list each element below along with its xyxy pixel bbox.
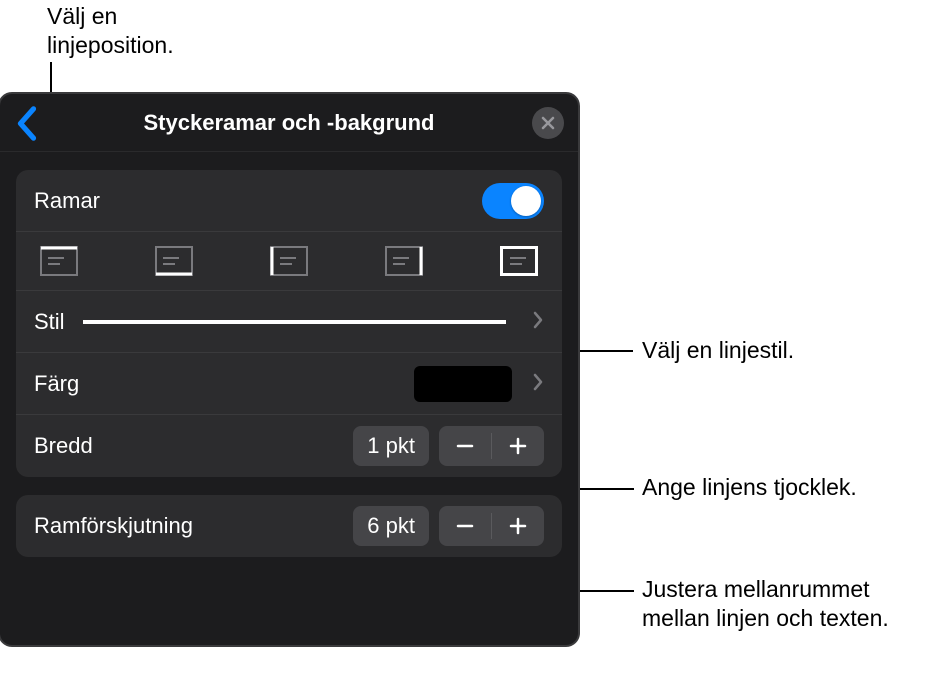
- callout-style: Välj en linjestil.: [642, 336, 794, 365]
- width-row: Bredd 1 pkt: [16, 415, 562, 477]
- width-stepper: [439, 426, 544, 466]
- width-label: Bredd: [34, 433, 353, 459]
- border-position-left[interactable]: [270, 246, 308, 276]
- border-position-all[interactable]: [500, 246, 538, 276]
- borders-toggle[interactable]: [482, 183, 544, 219]
- color-label: Färg: [34, 371, 414, 397]
- border-positions-row: [16, 232, 562, 291]
- borders-toggle-row: Ramar: [16, 170, 562, 232]
- line-style-sample: [83, 320, 506, 324]
- borders-section: Ramar Stil: [16, 170, 562, 477]
- callout-position: Välj en linjeposition.: [47, 2, 247, 60]
- offset-row: Ramförskjutning 6 pkt: [16, 495, 562, 557]
- plus-icon: [508, 436, 528, 456]
- border-position-bottom[interactable]: [155, 246, 193, 276]
- width-decrement[interactable]: [439, 426, 491, 466]
- offset-stepper: [439, 506, 544, 546]
- color-swatch: [414, 366, 512, 402]
- offset-decrement[interactable]: [439, 506, 491, 546]
- callout-width: Ange linjens tjocklek.: [642, 473, 892, 502]
- minus-icon: [455, 516, 475, 536]
- close-icon: [541, 116, 555, 130]
- border-position-top[interactable]: [40, 246, 78, 276]
- offset-section: Ramförskjutning 6 pkt: [16, 495, 562, 557]
- borders-background-panel: Styckeramar och -bakgrund Ramar: [0, 92, 580, 647]
- width-increment[interactable]: [492, 426, 544, 466]
- color-row[interactable]: Färg: [16, 353, 562, 415]
- minus-icon: [455, 436, 475, 456]
- chevron-right-icon: [532, 309, 544, 335]
- style-label: Stil: [34, 309, 65, 335]
- offset-label: Ramförskjutning: [34, 513, 353, 539]
- border-position-right[interactable]: [385, 246, 423, 276]
- width-value[interactable]: 1 pkt: [353, 426, 429, 466]
- borders-label: Ramar: [34, 188, 482, 214]
- offset-value[interactable]: 6 pkt: [353, 506, 429, 546]
- style-row[interactable]: Stil: [16, 291, 562, 353]
- panel-header: Styckeramar och -bakgrund: [0, 94, 578, 152]
- plus-icon: [508, 516, 528, 536]
- callout-offset: Justera mellanrummet mellan linjen och t…: [642, 575, 932, 633]
- chevron-right-icon: [532, 371, 544, 397]
- chevron-left-icon: [14, 104, 40, 143]
- panel-title: Styckeramar och -bakgrund: [144, 110, 435, 136]
- close-button[interactable]: [532, 107, 564, 139]
- back-button[interactable]: [14, 108, 40, 138]
- offset-increment[interactable]: [492, 506, 544, 546]
